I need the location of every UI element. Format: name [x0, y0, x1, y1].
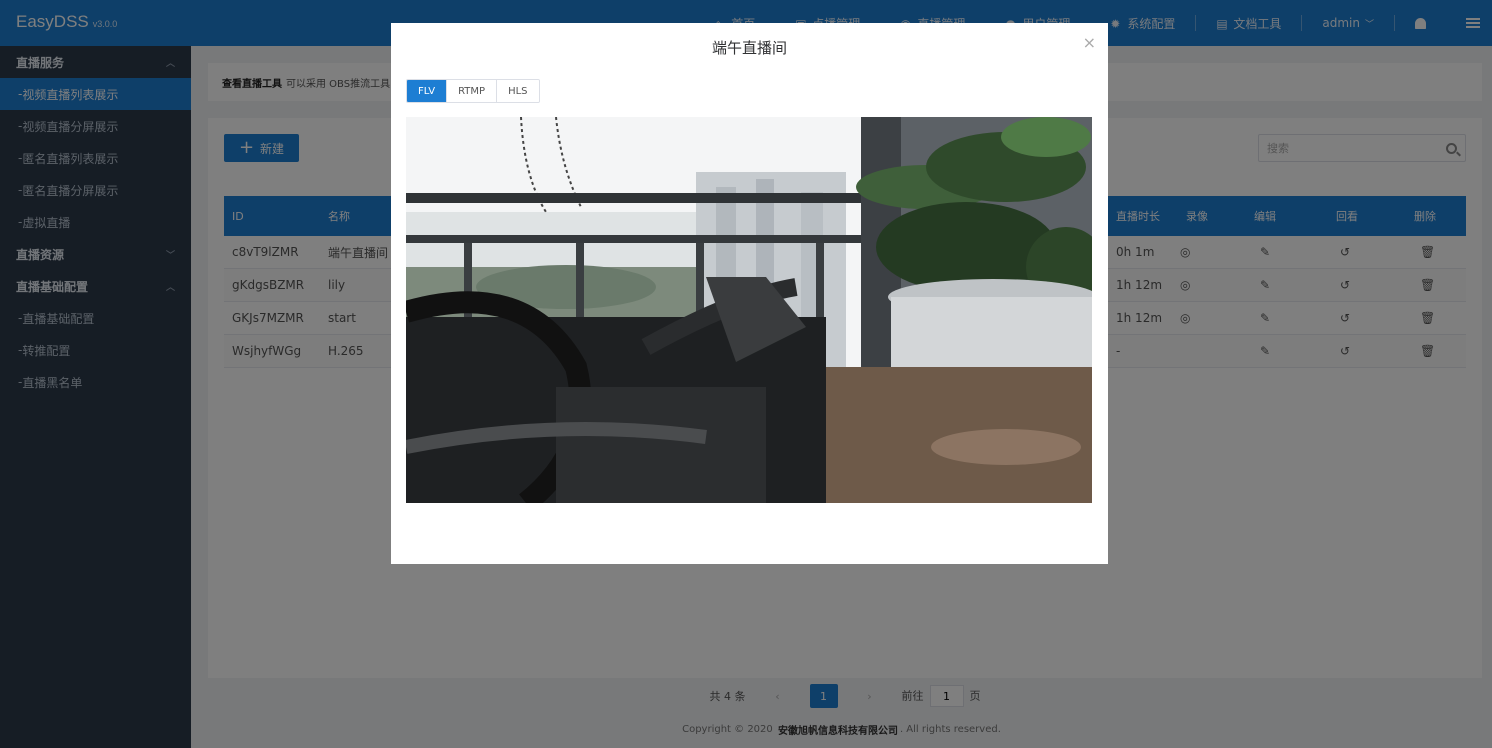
video-frame — [406, 117, 1092, 503]
video-player[interactable] — [406, 117, 1092, 503]
tab-hls[interactable]: HLS — [497, 80, 539, 102]
protocol-tabs: FLV RTMP HLS — [406, 79, 540, 103]
close-icon[interactable]: × — [1083, 33, 1096, 52]
tab-flv[interactable]: FLV — [407, 80, 448, 102]
tab-rtmp[interactable]: RTMP — [447, 80, 498, 102]
dialog-title: 端午直播间 — [711, 39, 787, 57]
live-player-dialog: 端午直播间 × FLV RTMP HLS — [391, 23, 1108, 564]
